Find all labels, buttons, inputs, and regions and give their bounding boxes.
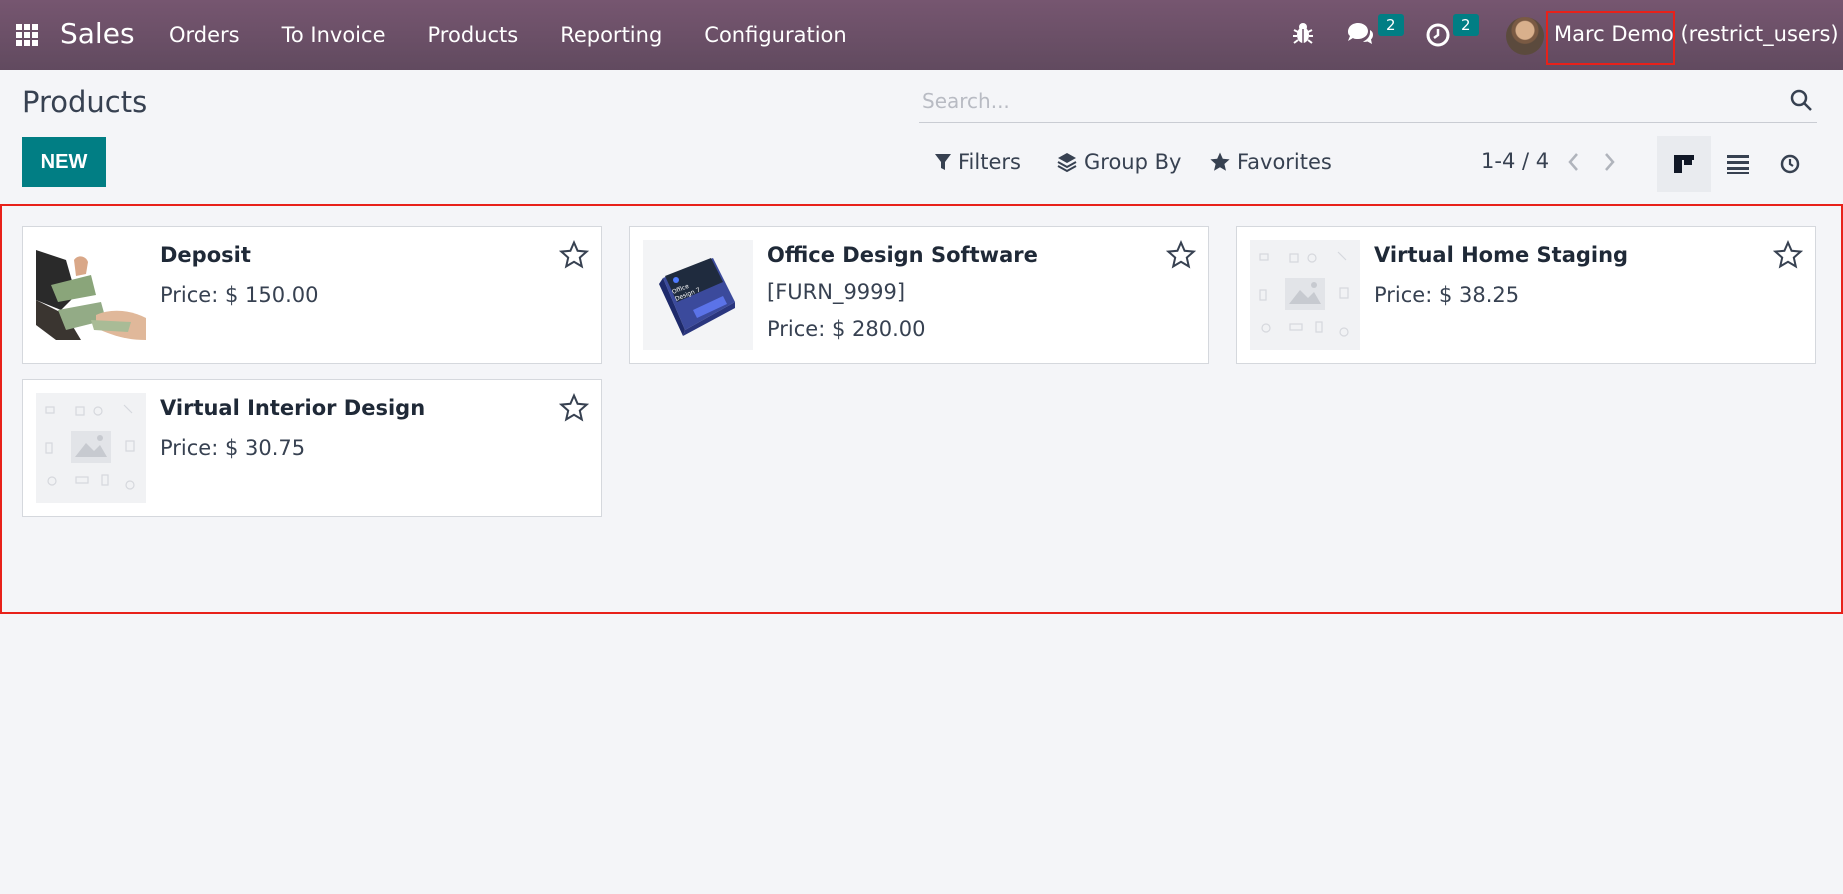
product-name: Deposit (160, 243, 251, 267)
debug-bug-icon[interactable] (1290, 20, 1320, 50)
product-card-virtual-home-staging[interactable]: Virtual Home Staging Price: $ 38.25 (1236, 226, 1816, 364)
product-card-deposit[interactable]: Deposit Price: $ 150.00 (22, 226, 602, 364)
product-price: Price: $ 280.00 (767, 317, 926, 341)
product-price: Price: $ 38.25 (1374, 283, 1520, 307)
list-view-icon[interactable] (1711, 136, 1765, 192)
group-by-label: Group By (1084, 150, 1182, 174)
menu-to-invoice[interactable]: To Invoice (282, 23, 386, 47)
apps-menu-icon[interactable] (16, 24, 38, 46)
product-reference: [FURN_9999] (767, 280, 906, 304)
messages-badge: 2 (1378, 14, 1404, 36)
product-card-virtual-interior-design[interactable]: Virtual Interior Design Price: $ 30.75 (22, 379, 602, 517)
menu-reporting[interactable]: Reporting (560, 23, 662, 47)
kanban-view: Deposit Price: $ 150.00 Office Design 7 … (0, 204, 1843, 614)
pager-previous-icon[interactable] (1564, 150, 1584, 174)
layers-icon (1057, 153, 1077, 173)
product-image-placeholder (1250, 240, 1360, 350)
menu-configuration[interactable]: Configuration (704, 23, 846, 47)
kanban-view-icon[interactable] (1657, 136, 1711, 192)
product-image (36, 240, 146, 350)
filter-icon (935, 154, 951, 170)
new-button[interactable]: NEW (22, 137, 106, 187)
page-title: Products (22, 85, 148, 119)
product-price: Price: $ 30.75 (160, 436, 306, 460)
favorite-star-icon[interactable] (1772, 239, 1804, 270)
pager-value[interactable]: 1-4 / 4 (1481, 149, 1549, 173)
product-image: Office Design 7 (643, 240, 753, 350)
main-menu: Orders To Invoice Products Reporting Con… (169, 23, 889, 47)
search-icon[interactable] (1789, 88, 1813, 112)
messages-icon[interactable]: 2 (1345, 14, 1404, 50)
product-price: Price: $ 150.00 (160, 283, 319, 307)
favorite-star-icon[interactable] (558, 239, 590, 270)
search-input[interactable] (922, 86, 1782, 116)
product-card-office-design-software[interactable]: Office Design 7 Office Design Software [… (629, 226, 1209, 364)
favorites-button[interactable]: Favorites (1209, 150, 1332, 174)
activity-view-icon[interactable] (1763, 136, 1817, 192)
product-name: Virtual Interior Design (160, 396, 426, 420)
filters-label: Filters (958, 150, 1021, 174)
app-brand[interactable]: Sales (60, 17, 135, 50)
star-filled-icon (1210, 152, 1230, 171)
product-image-placeholder (36, 393, 146, 503)
menu-products[interactable]: Products (428, 23, 519, 47)
product-name: Virtual Home Staging (1374, 243, 1629, 267)
user-avatar[interactable] (1506, 17, 1544, 55)
menu-orders[interactable]: Orders (169, 23, 240, 47)
search-bar (919, 82, 1817, 123)
favorite-star-icon[interactable] (1165, 239, 1197, 270)
group-by-button[interactable]: Group By (1056, 150, 1181, 174)
favorites-label: Favorites (1237, 150, 1332, 174)
top-navbar: Sales Orders To Invoice Products Reporti… (0, 0, 1843, 70)
favorite-star-icon[interactable] (558, 392, 590, 423)
pager-next-icon[interactable] (1599, 150, 1619, 174)
filters-button[interactable]: Filters (934, 150, 1021, 174)
product-name: Office Design Software (767, 243, 1038, 267)
activities-clock-icon[interactable]: 2 (1425, 14, 1479, 50)
activities-badge: 2 (1453, 14, 1479, 36)
user-name-highlight (1546, 11, 1675, 65)
